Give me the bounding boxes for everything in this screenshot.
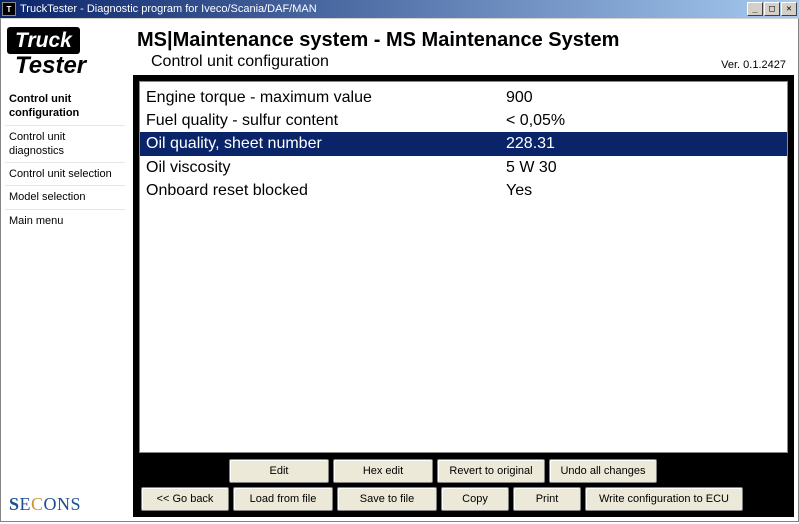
window-titlebar: T TruckTester - Diagnostic program for I…	[0, 0, 799, 18]
button-row-1: EditHex editRevert to originalUndo all c…	[139, 459, 788, 483]
action-button[interactable]: Save to file	[337, 487, 437, 511]
page-title: MS|Maintenance system - MS Maintenance S…	[137, 29, 790, 51]
config-label: Fuel quality - sulfur content	[146, 109, 506, 132]
nav-item[interactable]: Model selection	[5, 186, 125, 209]
page-header: MS|Maintenance system - MS Maintenance S…	[133, 23, 794, 75]
action-button[interactable]: Load from file	[233, 487, 333, 511]
config-value: < 0,05%	[506, 109, 781, 132]
window-frame: Truck Tester Control unit configurationC…	[0, 18, 799, 522]
config-row[interactable]: Oil viscosity5 W 30	[140, 156, 787, 179]
action-button[interactable]: Edit	[229, 459, 329, 483]
nav-item[interactable]: Control unit selection	[5, 163, 125, 186]
config-row[interactable]: Oil quality, sheet number228.31	[140, 132, 787, 155]
page-subtitle: Control unit configuration	[151, 53, 790, 71]
config-value: 228.31	[506, 132, 781, 155]
app-icon: T	[2, 2, 16, 16]
version-label: Ver. 0.1.2427	[721, 59, 786, 71]
nav-menu: Control unit configurationControl unit d…	[5, 88, 125, 232]
config-value: 5 W 30	[506, 156, 781, 179]
sidebar: Truck Tester Control unit configurationC…	[5, 23, 125, 517]
action-button[interactable]: Copy	[441, 487, 509, 511]
app-logo: Truck Tester	[5, 23, 125, 88]
window-title: TruckTester - Diagnostic program for Ive…	[20, 3, 747, 15]
logo-line1: Truck	[7, 27, 80, 54]
config-label: Oil viscosity	[146, 156, 506, 179]
action-button[interactable]: Print	[513, 487, 581, 511]
nav-item[interactable]: Control unit configuration	[5, 88, 125, 126]
config-row[interactable]: Onboard reset blockedYes	[140, 179, 787, 202]
config-value: Yes	[506, 179, 781, 202]
action-button[interactable]: Hex edit	[333, 459, 433, 483]
button-row-2: << Go backLoad from fileSave to fileCopy…	[139, 487, 788, 511]
vendor-brand: SECONS	[5, 488, 125, 517]
config-label: Onboard reset blocked	[146, 179, 506, 202]
content-panel: Engine torque - maximum value900Fuel qua…	[133, 75, 794, 517]
close-button[interactable]: ✕	[781, 2, 797, 16]
action-button[interactable]: Revert to original	[437, 459, 545, 483]
action-button[interactable]: << Go back	[141, 487, 229, 511]
config-label: Oil quality, sheet number	[146, 132, 506, 155]
config-value: 900	[506, 86, 781, 109]
nav-item[interactable]: Main menu	[5, 210, 125, 232]
nav-item[interactable]: Control unit diagnostics	[5, 126, 125, 164]
config-grid[interactable]: Engine torque - maximum value900Fuel qua…	[139, 81, 788, 453]
action-button[interactable]: Undo all changes	[549, 459, 657, 483]
maximize-button[interactable]: □	[764, 2, 780, 16]
action-button[interactable]: Write configuration to ECU	[585, 487, 743, 511]
window-controls: _ □ ✕	[747, 2, 797, 16]
config-row[interactable]: Fuel quality - sulfur content< 0,05%	[140, 109, 787, 132]
minimize-button[interactable]: _	[747, 2, 763, 16]
config-label: Engine torque - maximum value	[146, 86, 506, 109]
logo-line2: Tester	[15, 52, 125, 80]
config-row[interactable]: Engine torque - maximum value900	[140, 86, 787, 109]
